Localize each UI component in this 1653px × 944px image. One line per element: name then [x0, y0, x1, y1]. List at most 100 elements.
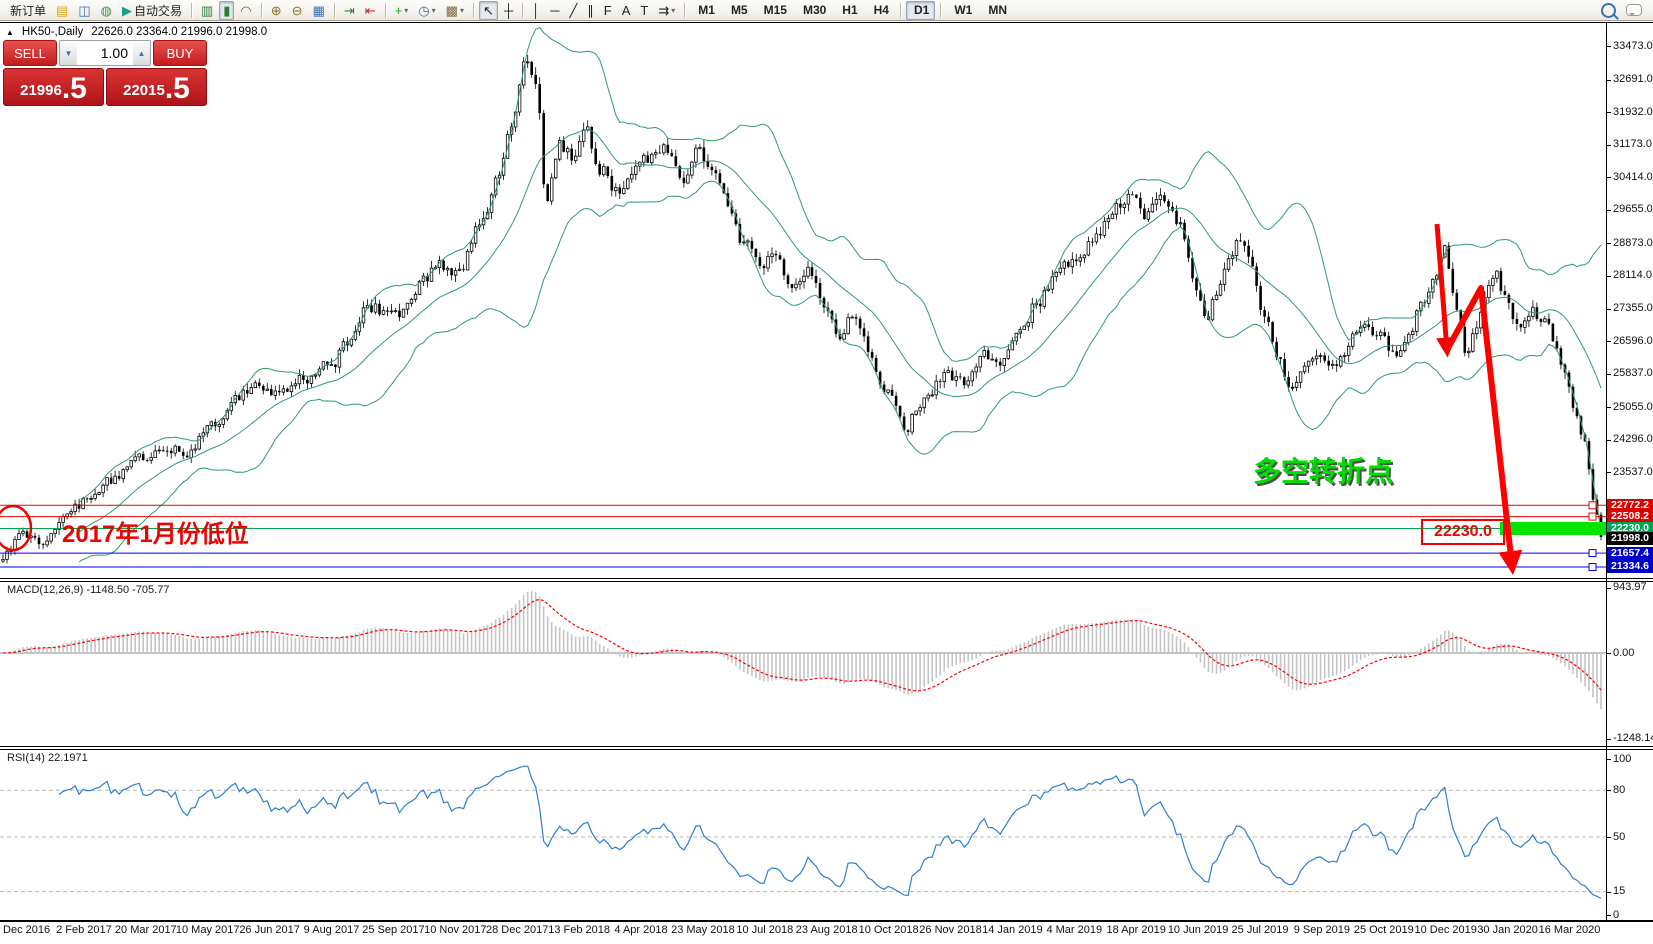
community-icon[interactable]: ◫: [74, 1, 94, 20]
text-label-icon[interactable]: T: [636, 1, 652, 20]
date-label: 26 Jun 2017: [239, 924, 300, 936]
chart-shift-icon: ⇤: [365, 4, 376, 17]
text-icon[interactable]: A: [618, 1, 635, 20]
tf-m5[interactable]: M5: [723, 1, 754, 20]
toolbar-separator: [385, 3, 386, 18]
volume-input[interactable]: [77, 41, 133, 65]
date-label: 4 Mar 2019: [1046, 924, 1102, 936]
rsi-tick: 0: [1613, 909, 1619, 921]
equidistant-channel-icon[interactable]: ∥: [583, 1, 598, 20]
price-tick: 33473.0: [1613, 40, 1653, 52]
price-tick: 25837.0: [1613, 367, 1653, 379]
volume-stepper: ▼ ▲: [59, 40, 151, 66]
price-tick-tick: [1606, 145, 1611, 146]
collapse-icon[interactable]: ▲: [6, 28, 14, 37]
price-tick-tick: [1606, 440, 1611, 441]
vertical-line-icon[interactable]: │: [528, 1, 544, 20]
trendline-icon[interactable]: ╱: [565, 1, 581, 20]
tf-m1[interactable]: M1: [690, 1, 721, 20]
rsi-panel-separator[interactable]: [0, 749, 1653, 750]
indicators-add-icon[interactable]: +▾: [391, 1, 413, 20]
macd-tick-tick: [1606, 588, 1611, 589]
date-label: 25 Oct 2019: [1354, 924, 1414, 936]
fibonacci-icon: F: [604, 4, 612, 17]
tf-m30[interactable]: M30: [795, 1, 832, 20]
date-label: 10 Jul 2018: [736, 924, 793, 936]
macd-panel-separator[interactable]: [0, 578, 1653, 579]
toolbar-right: [1601, 3, 1650, 18]
tf-mn[interactable]: MN: [980, 1, 1013, 20]
sell-price[interactable]: 21996 .5: [3, 68, 104, 106]
buy-button[interactable]: BUY: [153, 40, 207, 66]
mt4-window: 新订单▤◫ ◍ ▶自动交易 ▥▮ ◠ ⊕⊖▦ ⇥ ⇤ +▾◷▾▩▾ ↖┼ │ ─╱∥ FAT⇉▾ M1 M5…: [0, 0, 1653, 944]
cursor-icon[interactable]: ↖: [479, 1, 498, 20]
tf-h1[interactable]: H1: [834, 1, 863, 20]
metaeditor-icon[interactable]: ▤: [52, 1, 72, 20]
tile-windows-icon[interactable]: ▦: [309, 1, 329, 20]
rsi-tick-tick: [1606, 915, 1611, 916]
tf-w1-label: W1: [954, 3, 972, 17]
tf-m1-label: M1: [698, 3, 715, 17]
crosshair-icon[interactable]: ┼: [500, 1, 517, 20]
chat-icon[interactable]: [1626, 4, 1642, 16]
price-tick: 31173.0: [1613, 138, 1652, 150]
indicators-add-icon: +: [395, 4, 403, 17]
chart-canvas[interactable]: [0, 0, 1653, 944]
tf-w1[interactable]: W1: [946, 1, 978, 20]
price-tick-tick: [1606, 46, 1611, 47]
rsi-tick-tick: [1606, 759, 1611, 760]
line-chart-icon[interactable]: ◠: [236, 1, 255, 20]
signals-icon: ◍: [101, 4, 112, 17]
auto-scroll-icon[interactable]: ⇥: [340, 1, 359, 20]
tf-m15[interactable]: M15: [756, 1, 793, 20]
price-line-label: 21998.0: [1607, 532, 1653, 545]
tf-h4[interactable]: H4: [866, 1, 895, 20]
macd-tick: -1248.14: [1613, 732, 1653, 744]
rsi-tick-tick: [1606, 892, 1611, 893]
macd-label: MACD(12,26,9) -1148.50 -705.77: [5, 584, 171, 596]
price-tick: 25055.0: [1613, 401, 1653, 413]
sell-button[interactable]: SELL: [3, 40, 57, 66]
zoom-out-icon[interactable]: ⊖: [288, 1, 307, 20]
price-tick-tick: [1606, 210, 1611, 211]
horizontal-line-icon[interactable]: ─: [546, 1, 563, 20]
toolbar-separator: [900, 3, 901, 18]
rsi-tick-tick: [1606, 837, 1611, 838]
macd-panel-separator[interactable]: [0, 581, 1653, 582]
new-order-button[interactable]: 新订单: [4, 1, 50, 20]
chart-shift-icon[interactable]: ⇤: [361, 1, 380, 20]
date-label: 16 Mar 2020: [1539, 924, 1601, 936]
price-tick-tick: [1606, 80, 1611, 81]
arrows-icon[interactable]: ⇉▾: [654, 1, 679, 20]
date-label: 9 Aug 2017: [304, 924, 360, 936]
candlestick-chart-icon[interactable]: ▮: [219, 1, 234, 20]
one-click-trading-panel: SELL ▼ ▲ BUY 21996 .5 22015 .5: [3, 40, 207, 106]
date-label: 20 Mar 2017: [115, 924, 177, 936]
fibonacci-icon[interactable]: F: [600, 1, 616, 20]
rsi-panel-separator[interactable]: [0, 746, 1653, 747]
annotation-pivot-text: 多空转折点: [1253, 450, 1393, 490]
date-label: 30 Jan 2020: [1477, 924, 1538, 936]
buy-price[interactable]: 22015 .5: [106, 68, 207, 106]
autotrading-button[interactable]: ▶自动交易: [118, 1, 186, 20]
vertical-line-icon: │: [532, 4, 540, 17]
periods-icon[interactable]: ◷▾: [414, 1, 439, 20]
signals-icon[interactable]: ◍: [97, 1, 116, 20]
tf-d1[interactable]: D1: [906, 1, 935, 20]
price-tick-tick: [1606, 177, 1611, 178]
search-icon[interactable]: [1601, 3, 1616, 18]
date-label: 2 Feb 2017: [56, 924, 112, 936]
volume-decrease-button[interactable]: ▼: [60, 41, 77, 65]
line-chart-icon: ◠: [240, 4, 251, 17]
toolbar-separator: [522, 3, 523, 18]
rsi-tick: 100: [1613, 753, 1631, 765]
tf-h4-label: H4: [874, 3, 889, 17]
price-line-label: 21657.4: [1607, 547, 1653, 560]
zoom-in-icon[interactable]: ⊕: [267, 1, 286, 20]
tf-mn-label: MN: [988, 3, 1007, 17]
templates-icon[interactable]: ▩▾: [442, 1, 468, 20]
volume-increase-button[interactable]: ▲: [133, 41, 150, 65]
bar-chart-icon[interactable]: ▥: [197, 1, 217, 20]
toolbar-separator: [261, 3, 262, 18]
buy-price-main: 22015: [123, 82, 165, 99]
